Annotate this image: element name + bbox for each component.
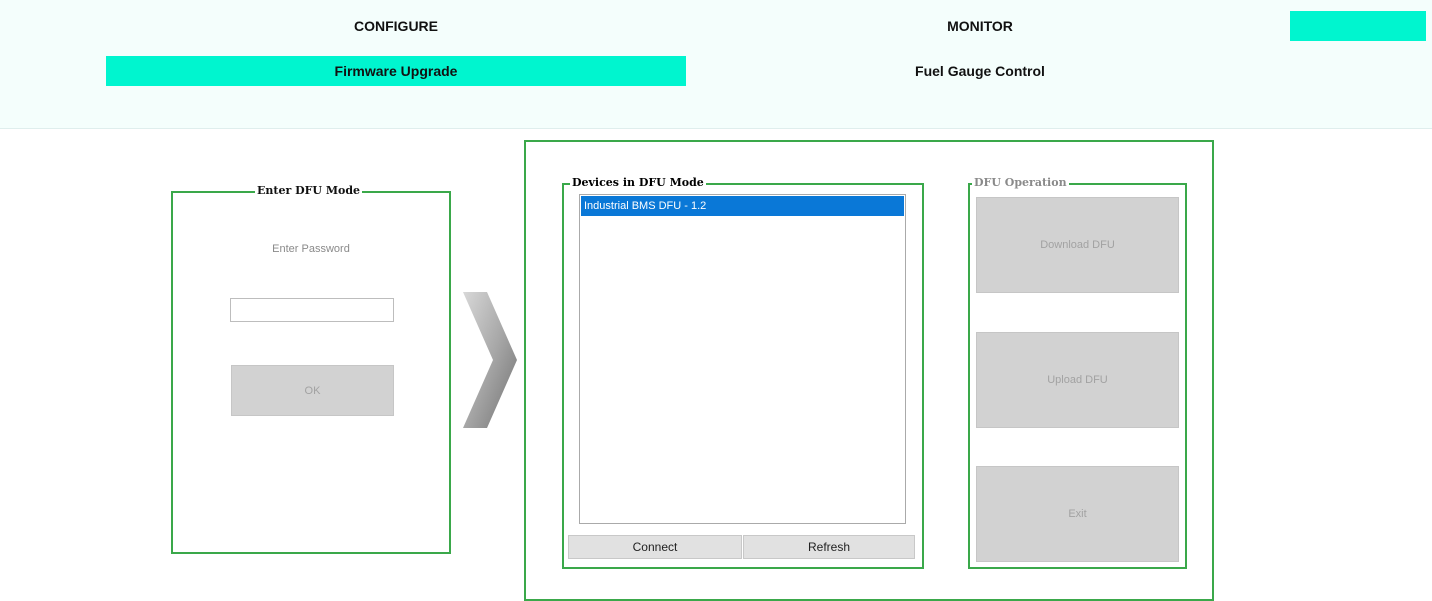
device-list-items: Industrial BMS DFU - 1.2	[580, 196, 905, 216]
dfu-operation-group: DFU Operation Download DFU Upload DFU Ex…	[968, 175, 1187, 569]
upload-dfu-button[interactable]: Upload DFU	[976, 332, 1179, 428]
enter-dfu-mode-title: Enter DFU Mode	[255, 183, 363, 199]
tab-fuel-gauge-control[interactable]: Fuel Gauge Control	[690, 56, 1270, 86]
refresh-button[interactable]: Refresh	[743, 535, 915, 559]
download-dfu-button[interactable]: Download DFU	[976, 197, 1179, 293]
exit-button[interactable]: Exit	[976, 466, 1179, 562]
device-list-item[interactable]: Industrial BMS DFU - 1.2	[581, 196, 904, 216]
tab-configure[interactable]: CONFIGURE	[106, 11, 686, 41]
password-input[interactable]	[230, 298, 394, 322]
device-list[interactable]: Industrial BMS DFU - 1.2	[579, 194, 906, 524]
password-label: Enter Password	[272, 243, 350, 255]
accent-indicator	[1290, 11, 1426, 41]
devices-title: Devices in DFU Mode	[570, 175, 706, 191]
ok-button[interactable]: OK	[231, 365, 394, 416]
top-navigation: CONFIGURE MONITOR Firmware Upgrade Fuel …	[0, 0, 1432, 129]
connect-button[interactable]: Connect	[568, 535, 742, 559]
enter-dfu-mode-group: Enter DFU Mode Enter Password OK	[171, 183, 451, 554]
chevron-right-icon	[463, 292, 517, 428]
tab-firmware-upgrade[interactable]: Firmware Upgrade	[106, 56, 686, 86]
devices-group: Devices in DFU Mode Industrial BMS DFU -…	[562, 175, 924, 569]
dfu-operation-title: DFU Operation	[972, 175, 1069, 191]
dfu-panel-frame: Devices in DFU Mode Industrial BMS DFU -…	[524, 140, 1214, 601]
tab-monitor[interactable]: MONITOR	[690, 11, 1270, 41]
